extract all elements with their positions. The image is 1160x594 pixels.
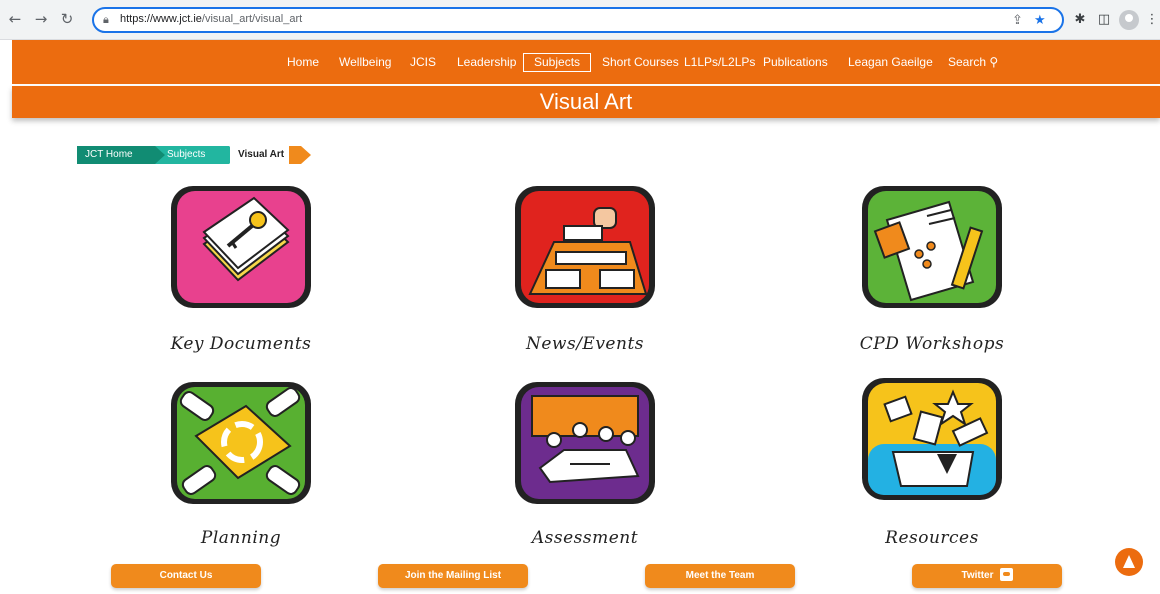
- menu-kebab-icon[interactable]: ⋮: [1143, 11, 1160, 29]
- join-mailing-list-button[interactable]: Join the Mailing List: [378, 564, 528, 588]
- nav-publications[interactable]: Publications: [763, 55, 828, 69]
- scroll-to-top-icon[interactable]: [1115, 548, 1143, 576]
- cpd-workshops-icon: [862, 186, 1002, 308]
- news-events-label[interactable]: News/Events: [475, 334, 695, 354]
- back-icon[interactable]: ←: [6, 10, 24, 28]
- twitter-icon: [999, 567, 1013, 581]
- key-documents-icon: [171, 186, 311, 308]
- assessment-tile[interactable]: [510, 378, 660, 508]
- breadcrumb-arrow-icon: [289, 146, 311, 164]
- nav-home[interactable]: Home: [287, 55, 319, 69]
- share-icon[interactable]: ⇪: [1012, 13, 1023, 29]
- planning-label[interactable]: Planning: [131, 528, 351, 548]
- planning-tile[interactable]: [166, 378, 316, 508]
- resources-icon: [862, 378, 1002, 500]
- reload-icon[interactable]: ↻: [58, 10, 76, 28]
- news-events-tile[interactable]: [510, 182, 660, 312]
- twitter-button[interactable]: Twitter: [912, 564, 1062, 588]
- breadcrumb-subjects[interactable]: Subjects: [155, 146, 239, 164]
- cpd-workshops-label[interactable]: CPD Workshops: [822, 334, 1042, 354]
- side-panel-icon[interactable]: ◫: [1095, 11, 1113, 29]
- url-text[interactable]: https://www.jct.ie/visual_art/visual_art: [120, 13, 302, 25]
- nav-leadership[interactable]: Leadership: [457, 55, 516, 69]
- twitter-label: Twitter: [961, 570, 994, 581]
- extensions-puzzle-icon[interactable]: ✱: [1071, 11, 1089, 29]
- nav-jcis[interactable]: JCIS: [410, 55, 436, 69]
- bookmark-star-icon[interactable]: ★: [1034, 13, 1046, 29]
- key-documents-tile[interactable]: [166, 182, 316, 312]
- nav-leagan-gaeilge[interactable]: Leagan Gaeilge: [848, 55, 933, 69]
- breadcrumb-home[interactable]: JCT Home: [77, 146, 167, 164]
- browser-toolbar: ← → ↻ 🔒︎ https://www.jct.ie/visual_art/v…: [0, 0, 1160, 40]
- resources-tile[interactable]: [857, 374, 1007, 504]
- nav-subjects[interactable]: Subjects: [523, 53, 592, 72]
- forward-icon[interactable]: →: [32, 10, 50, 28]
- resources-label[interactable]: Resources: [822, 528, 1042, 548]
- search-icon: ⚲: [989, 55, 999, 69]
- profile-icon[interactable]: [1119, 10, 1139, 30]
- breadcrumb-current: Visual Art: [230, 146, 290, 164]
- cpd-workshops-tile[interactable]: [857, 182, 1007, 312]
- news-events-icon: [515, 186, 655, 308]
- page-title: Visual Art: [539, 89, 633, 114]
- assessment-icon: [515, 382, 655, 504]
- page-title-banner: Visual Art: [12, 86, 1160, 118]
- nav-search[interactable]: Search ⚲: [948, 55, 998, 69]
- nav-l1lps-l2lps[interactable]: L1LPs/L2LPs: [684, 55, 755, 69]
- meet-the-team-button[interactable]: Meet the Team: [645, 564, 795, 588]
- planning-icon: [171, 382, 311, 504]
- nav-short-courses[interactable]: Short Courses: [602, 55, 679, 69]
- lock-icon[interactable]: 🔒︎: [103, 13, 109, 27]
- contact-us-button[interactable]: Contact Us: [111, 564, 261, 588]
- address-bar[interactable]: 🔒︎ https://www.jct.ie/visual_art/visual_…: [92, 7, 1064, 33]
- nav-wellbeing[interactable]: Wellbeing: [339, 55, 391, 69]
- assessment-label[interactable]: Assessment: [475, 528, 695, 548]
- main-navigation: Home Wellbeing JCIS Leadership Subjects …: [12, 40, 1160, 84]
- key-documents-label[interactable]: Key Documents: [131, 334, 351, 354]
